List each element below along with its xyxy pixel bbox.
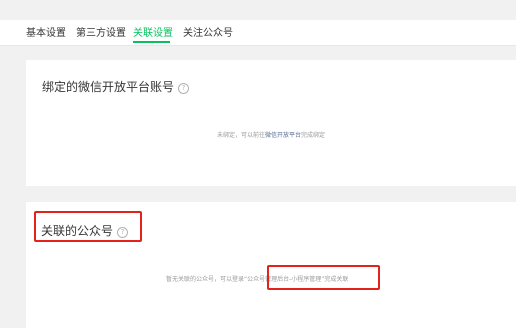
question-circle-icon[interactable]: ? <box>178 83 190 94</box>
active-tab-indicator <box>133 41 170 43</box>
tab-third-party-settings[interactable]: 第三方设置 <box>76 28 126 40</box>
bound-platform-empty-text: 未绑定，可以前往微信开放平台完成绑定 <box>217 130 325 139</box>
bound-platform-empty-prefix: 未绑定，可以前往 <box>217 132 266 139</box>
tab-link-settings[interactable]: 关联设置 <box>133 28 173 40</box>
settings-tab-bar: 基本设置 第三方设置 关联设置 关注公众号 <box>0 20 516 46</box>
bound-platform-title: 绑定的微信开放平台账号 <box>42 80 175 94</box>
tab-basic-settings[interactable]: 基本设置 <box>26 28 66 40</box>
bound-platform-title-row: 绑定的微信开放平台账号? <box>42 78 190 95</box>
open-platform-link[interactable]: 微信开放平台 <box>265 132 301 139</box>
highlight-box-admin-link <box>267 265 380 290</box>
bound-platform-empty-suffix: 完成绑定 <box>301 132 326 139</box>
top-margin <box>0 0 516 20</box>
linked-accounts-empty-prefix: 暂无关联的公众号，可以登录 <box>166 276 245 283</box>
bound-open-platform-card: 绑定的微信开放平台账号? 未绑定，可以前往微信开放平台完成绑定 <box>26 60 516 186</box>
tab-follow-official-account[interactable]: 关注公众号 <box>183 28 233 40</box>
highlight-box-linked-title <box>34 211 142 242</box>
